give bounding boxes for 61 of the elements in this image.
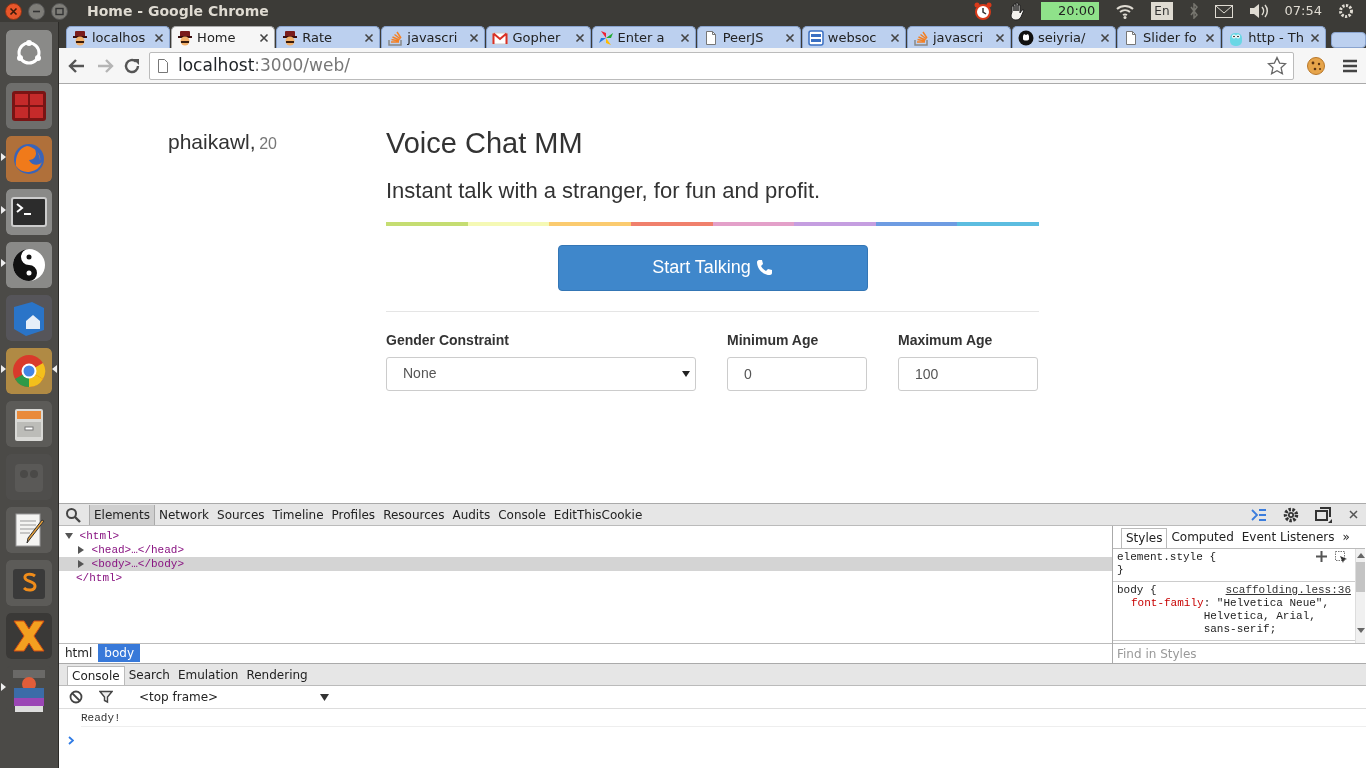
- find-in-styles-field[interactable]: Find in Styles: [1113, 643, 1365, 663]
- css-value: : "Helvetica Neue", Helvetica, Arial, sans-serif;: [1203, 597, 1331, 636]
- browser-tab[interactable]: http - Th: [1222, 26, 1327, 48]
- sidebar-tab[interactable]: Styles: [1121, 528, 1168, 548]
- panel-tab[interactable]: Network: [154, 504, 214, 525]
- panel-tab[interactable]: Timeline: [268, 504, 328, 525]
- sidebar-tab[interactable]: Computed: [1167, 528, 1238, 548]
- dom-node[interactable]: <body>…</body>: [91, 558, 185, 570]
- panel-tab[interactable]: Resources: [379, 504, 449, 525]
- user-name: phaikawl,: [168, 130, 256, 153]
- source-link[interactable]: scaffolding.less:36: [1225, 584, 1351, 597]
- browser-tab[interactable]: websoc: [801, 26, 906, 48]
- gender-select[interactable]: None: [386, 356, 696, 391]
- dom-node[interactable]: <head>…</head>: [91, 544, 185, 556]
- sidebar-tab[interactable]: Event Listeners: [1237, 528, 1339, 548]
- drawer-tab[interactable]: Console: [67, 666, 125, 685]
- breadcrumb[interactable]: html: [59, 644, 99, 662]
- css-selector: element.style {: [1117, 551, 1217, 564]
- field-label: Gender Constraint: [386, 330, 510, 350]
- breadcrumb[interactable]: body: [98, 644, 141, 662]
- frame-select[interactable]: <top frame>: [129, 688, 329, 706]
- address-bar[interactable]: localhost:3000/web/: [149, 51, 1294, 80]
- css-brace: }: [1117, 564, 1124, 576]
- browser-tab[interactable]: javascri: [906, 26, 1011, 48]
- browser-tab[interactable]: Gopher: [486, 26, 591, 48]
- browser-tab[interactable]: seiyria/: [1012, 26, 1117, 48]
- css-selector: body {: [1117, 584, 1157, 597]
- window-title: Home - Google Chrome: [87, 1, 269, 21]
- field-label: Maximum Age: [898, 330, 994, 350]
- panel-tab[interactable]: Sources: [213, 504, 269, 525]
- start-talking-button[interactable]: Start Talking: [557, 244, 868, 291]
- drawer-tab[interactable]: Emulation: [173, 666, 243, 685]
- panel-tab[interactable]: EditThisCookie: [549, 504, 647, 525]
- panel-tab[interactable]: Profiles: [327, 504, 380, 525]
- page-title: Voice Chat MM: [386, 126, 584, 161]
- url-text: localhost:3000/web/: [178, 53, 350, 77]
- user-age: 20: [259, 135, 277, 152]
- dom-node[interactable]: </html>: [76, 572, 123, 584]
- panel-tab[interactable]: Elements: [89, 504, 155, 525]
- browser-tab[interactable]: Rate: [276, 26, 381, 48]
- clock-text[interactable]: 07:54: [1284, 1, 1322, 21]
- more-tabs-button[interactable]: »: [1338, 528, 1354, 548]
- browser-tab[interactable]: PeerJS: [696, 26, 801, 48]
- browser-tab[interactable]: Home: [171, 26, 276, 48]
- tagline: Instant talk with a stranger, for fun and profit.: [386, 176, 822, 205]
- console-message: Ready!: [81, 712, 121, 724]
- browser-tab[interactable]: Enter a: [591, 26, 696, 48]
- drawer-tab[interactable]: Rendering: [242, 666, 312, 685]
- browser-tab[interactable]: localhos: [66, 26, 171, 48]
- panel-tab[interactable]: Console: [494, 504, 550, 525]
- css-property: font-family: [1131, 597, 1204, 611]
- drawer-tab[interactable]: Search: [124, 666, 174, 685]
- timer-indicator[interactable]: 20:00: [1041, 2, 1100, 20]
- browser-tab[interactable]: Slider fo: [1117, 26, 1222, 48]
- browser-tab[interactable]: javascri: [381, 26, 486, 48]
- panel-tab[interactable]: Audits: [448, 504, 495, 525]
- age-field[interactable]: 0: [727, 356, 867, 391]
- age-field[interactable]: 100: [898, 356, 1038, 391]
- field-label: Minimum Age: [727, 330, 820, 350]
- keyboard-layout-indicator[interactable]: En: [1151, 2, 1173, 20]
- dom-node[interactable]: <html>: [79, 530, 120, 542]
